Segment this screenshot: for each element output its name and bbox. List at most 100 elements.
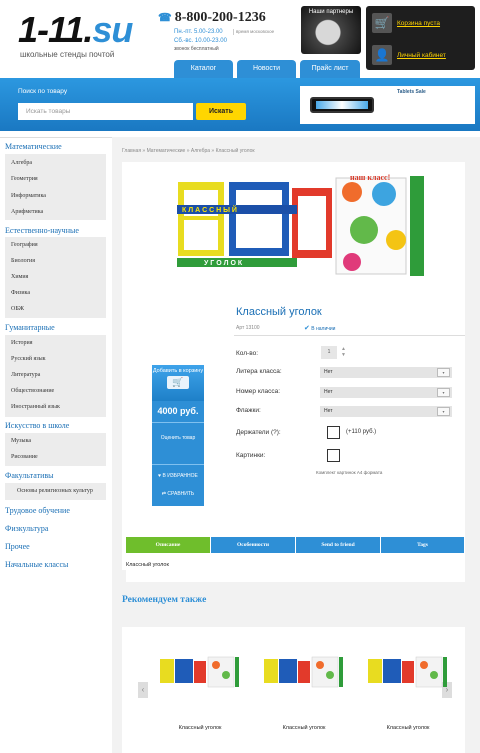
- category-labor[interactable]: Трудовое обучение: [5, 506, 70, 515]
- logo-subtitle: школьные стенды почтой: [20, 50, 115, 59]
- product-sku: Арт 13100: [236, 325, 260, 331]
- option-number-select[interactable]: Нет ▾: [320, 387, 452, 398]
- subcategory-physics[interactable]: Физика: [11, 290, 30, 296]
- recommend-image[interactable]: [264, 655, 344, 689]
- tab-description[interactable]: Описание: [126, 537, 211, 553]
- quantity-stepper[interactable]: ▲ ▼: [341, 346, 346, 358]
- option-number-label: Номер класса:: [236, 388, 281, 395]
- search-bar: Поиск по товару Искать товары Искать Tab…: [0, 78, 480, 131]
- subcategory-drawing[interactable]: Рисование: [11, 454, 38, 460]
- nav-price-list[interactable]: Прайс лист: [300, 60, 360, 78]
- recommend-item[interactable]: [160, 655, 240, 691]
- option-letter-select[interactable]: Нет ▾: [320, 367, 452, 378]
- product-image[interactable]: К Л А С С Н Ы Й У Г О Л О К наш класс!: [174, 170, 430, 284]
- option-letter-value: Нет: [324, 369, 333, 375]
- subcategory-literature[interactable]: Литература: [11, 372, 40, 378]
- recommend-item-name[interactable]: Классный уголок: [160, 725, 240, 731]
- user-panel: 🛒 Корзина пуста 👤 Личный кабинет: [366, 6, 475, 70]
- category-sport[interactable]: Физкультура: [5, 524, 48, 533]
- svg-text:наш класс!: наш класс!: [350, 173, 390, 182]
- recommend-image[interactable]: [368, 655, 448, 689]
- category-science[interactable]: Естественно-научные: [5, 226, 79, 235]
- tab-send-to-friend[interactable]: Send to friend: [296, 537, 381, 553]
- availability-label: В наличии: [311, 326, 336, 332]
- account-link[interactable]: 👤 Личный кабинет: [370, 42, 470, 67]
- check-icon: ✔: [304, 325, 310, 332]
- search-input[interactable]: Искать товары: [18, 103, 193, 120]
- recommend-item-name[interactable]: Классный уголок: [264, 725, 344, 731]
- cart-link[interactable]: 🛒 Корзина пуста: [370, 10, 470, 35]
- logo[interactable]: 1-11.su школьные стенды почтой: [18, 12, 133, 60]
- add-to-cart-label: Добавить в корзину: [152, 368, 204, 374]
- option-flags-label: Флажки:: [236, 407, 261, 414]
- subcategory-chemistry[interactable]: Химия: [11, 274, 28, 280]
- subcategory-social[interactable]: Обществознание: [11, 388, 54, 394]
- holders-checkbox[interactable]: [327, 426, 340, 439]
- recommend-item[interactable]: [368, 655, 448, 691]
- subcategory-biology[interactable]: Биология: [11, 258, 35, 264]
- hours-weekend: Сб.-вс. 10.00-23.00: [174, 38, 227, 44]
- subcategory-informatics[interactable]: Информатика: [11, 193, 46, 199]
- subcategory-obzh[interactable]: ОБЖ: [11, 306, 24, 312]
- option-flags-select[interactable]: Нет ▾: [320, 406, 452, 417]
- carousel-prev-button[interactable]: ‹: [138, 682, 148, 698]
- partners-label: Наши партнеры: [308, 9, 354, 15]
- product-title: Классный уголок: [236, 306, 322, 318]
- chevron-down-icon: ▾: [437, 368, 450, 377]
- banner-title: Tablets Sale: [397, 89, 426, 95]
- chevron-down-icon: ▾: [437, 388, 450, 397]
- category-math[interactable]: Математические: [5, 142, 62, 151]
- product-tabs: Описание Особенности Send to friend Tags: [126, 537, 465, 553]
- rate-product-link[interactable]: Оценить товар: [152, 435, 204, 441]
- favorites-link[interactable]: ♥ В ИЗБРАННОЕ: [152, 473, 204, 479]
- category-primary[interactable]: Начальные классы: [5, 560, 68, 569]
- compare-link[interactable]: ⇄ СРАВНИТЬ: [152, 491, 204, 497]
- pictures-note: Комплект картинок А4 формата: [316, 470, 383, 475]
- user-icon: 👤: [372, 45, 392, 65]
- qty-label: Кол-во:: [236, 350, 259, 357]
- product-price: 4000 руб.: [157, 406, 199, 416]
- tab-features[interactable]: Особенности: [211, 537, 296, 553]
- quantity-input[interactable]: 1: [321, 346, 337, 359]
- nav-news[interactable]: Новости: [237, 60, 296, 78]
- category-humanities[interactable]: Гуманитарные: [5, 323, 55, 332]
- tab-content: Классный уголок: [126, 553, 465, 582]
- nav-catalog[interactable]: Каталог: [174, 60, 233, 78]
- cart-label[interactable]: Корзина пуста: [397, 20, 440, 27]
- svg-text:У Г О Л О К: У Г О Л О К: [204, 260, 243, 267]
- working-hours: Пн.-пт. 5.00-23.00 Сб.-вс. 10.00-23.00: [174, 28, 227, 46]
- subcategory-arithmetic[interactable]: Арифметика: [11, 209, 43, 215]
- subcategory-history[interactable]: История: [11, 340, 33, 346]
- category-art[interactable]: Искусство в школе: [5, 421, 69, 430]
- pictures-checkbox[interactable]: [327, 449, 340, 462]
- option-letter-label: Литера класса:: [236, 368, 282, 375]
- subcategory-geography[interactable]: География: [11, 242, 38, 248]
- recommend-image[interactable]: [160, 655, 240, 689]
- category-other[interactable]: Прочее: [5, 542, 30, 551]
- main-content: Главная » Математические » Алгебра » Кла…: [112, 137, 480, 753]
- product-card: К Л А С С Н Ы Й У Г О Л О К наш класс! К…: [122, 162, 465, 570]
- recommend-title: Рекомендуем также: [122, 595, 207, 605]
- subcategory-foreign-language[interactable]: Иностранный язык: [11, 404, 60, 410]
- subcategory-music[interactable]: Музыка: [11, 438, 31, 444]
- subcategory-russian[interactable]: Русский язык: [11, 356, 46, 362]
- subcategory-algebra[interactable]: Алгебра: [11, 160, 32, 166]
- recommend-item-name[interactable]: Классный уголок: [368, 725, 448, 731]
- header: 1-11.su школьные стенды почтой ☎ 8-800-20…: [0, 0, 480, 88]
- breadcrumb[interactable]: Главная » Математические » Алгебра » Кла…: [122, 148, 255, 154]
- search-button[interactable]: Искать: [196, 103, 246, 120]
- subcategory-geometry[interactable]: Геометрия: [11, 176, 38, 182]
- phone-icon: ☎: [158, 12, 172, 24]
- partners-button[interactable]: Наши партнеры: [301, 6, 361, 54]
- recommend-item[interactable]: [264, 655, 344, 691]
- category-electives[interactable]: Факультативы: [5, 471, 54, 480]
- subcategory-religions[interactable]: Основы религиозных культур: [17, 488, 93, 494]
- option-flags-value: Нет: [324, 408, 333, 414]
- add-to-cart-button[interactable]: Добавить в корзину 🛒: [152, 365, 204, 401]
- phone-number[interactable]: 8-800-200-1236: [175, 10, 266, 25]
- chevron-down-icon: ▾: [437, 407, 450, 416]
- option-number-value: Нет: [324, 389, 333, 395]
- tab-tags[interactable]: Tags: [381, 537, 465, 553]
- ad-banner[interactable]: Tablets Sale: [300, 86, 475, 124]
- account-label[interactable]: Личный кабинет: [397, 52, 446, 59]
